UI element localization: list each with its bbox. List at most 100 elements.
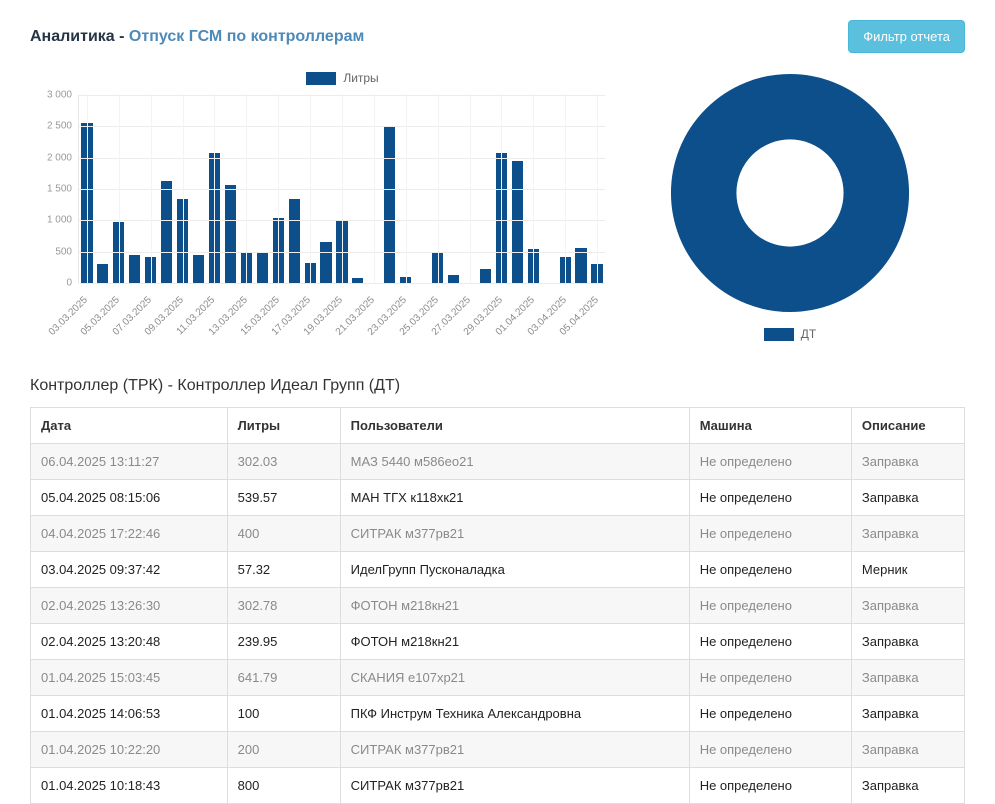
table-cell: Заправка xyxy=(850,695,966,732)
bar xyxy=(447,275,460,283)
y-axis-label: 3 000 xyxy=(46,89,72,101)
y-axis-label: 1 500 xyxy=(46,183,72,195)
table-cell: Не определено xyxy=(688,767,852,804)
page-title-main: Отпуск ГСМ по контроллерам xyxy=(128,28,365,45)
bar xyxy=(575,247,587,283)
bar-plot: 3 000 2 500 2 000 1 500 1 000 500 0 xyxy=(47,90,605,289)
column-header: Дата xyxy=(30,407,228,444)
table-cell: Не определено xyxy=(688,515,852,552)
table-cell: 200 xyxy=(226,731,341,768)
table-cell: ФОТОН м218кн21 xyxy=(339,623,690,660)
table-cell: 06.04.2025 13:11:27 xyxy=(30,443,228,480)
page-header: Аналитика - Отпуск ГСМ по контроллерам Ф… xyxy=(30,20,965,53)
table-row: 02.04.2025 13:20:48 239.95 ФОТОН м218кн21 Н… xyxy=(30,623,966,660)
bar xyxy=(256,252,268,283)
table-cell: 641.79 xyxy=(226,659,341,696)
table-cell: 239.95 xyxy=(226,623,341,660)
liters-legend-label: Литры xyxy=(343,71,379,85)
y-axis-label: 0 xyxy=(66,277,72,289)
bar-chart-legend: Литры xyxy=(70,71,615,85)
donut-slice-dt xyxy=(670,73,910,313)
table-cell: СКАНИЯ е107хр21 xyxy=(339,659,690,696)
table-row: 01.04.2025 15:03:45 641.79 СКАНИЯ е107хр21… xyxy=(30,659,966,696)
table-cell: 01.04.2025 10:22:20 xyxy=(30,731,228,768)
table-cell: 302.03 xyxy=(226,443,341,480)
table-cell: МАН ТГХ к118хк21 xyxy=(339,479,690,516)
column-header: Описание xyxy=(850,407,966,444)
table-cell: ИделГрупп Пусконаладка xyxy=(339,551,690,588)
table-cell: Заправка xyxy=(850,443,966,480)
table-row: 03.04.2025 09:37:42 57.32 ИделГрупп Пускон… xyxy=(30,551,966,588)
table-cell: Не определено xyxy=(688,623,852,660)
donut-legend: ДТ xyxy=(763,327,817,341)
column-header: Машина xyxy=(688,407,852,444)
vertical-gridline xyxy=(150,95,152,283)
table-cell: 539.57 xyxy=(226,479,341,516)
table-row: 05.04.2025 08:15:06 539.57 МАН ТГХ к118хк2… xyxy=(30,479,966,516)
vertical-gridline xyxy=(437,95,439,283)
bar xyxy=(511,161,523,283)
table-cell: ПКФ Инструм Техника Александровна xyxy=(339,695,690,732)
table-row: 04.04.2025 17:22:46 400 СИТРАК м377рв21 Не … xyxy=(30,515,966,552)
liters-legend-swatch xyxy=(306,71,337,85)
table-cell: 02.04.2025 13:20:48 xyxy=(30,623,228,660)
vertical-gridline xyxy=(597,95,599,283)
y-axis-label: 500 xyxy=(55,246,72,258)
vertical-gridline xyxy=(278,95,280,283)
table-cell: Заправка xyxy=(850,623,966,660)
charts-row: Литры 3 000 2 500 2 000 1 500 1 000 500 0 03.0… xyxy=(30,67,965,355)
table-cell: Не определено xyxy=(688,587,852,624)
table-cell: Заправка xyxy=(850,767,966,804)
vertical-gridline xyxy=(310,95,312,283)
x-axis-ticks: 03.03.2025 05.03.2025 07.03.2025 09.03.2025… xyxy=(47,283,605,355)
vertical-gridline xyxy=(182,95,184,283)
table-section-title: Контроллер (ТРК) - Контроллер Идеал Груп… xyxy=(30,377,401,394)
bar xyxy=(97,264,109,283)
table-cell: Заправка xyxy=(850,587,966,624)
vertical-gridline xyxy=(469,95,471,283)
bar xyxy=(384,126,396,283)
dt-legend-label: ДТ xyxy=(800,327,817,341)
table-cell: Не определено xyxy=(688,659,852,696)
table-body: 06.04.2025 13:11:27 302.03 МАЗ 5440 м586ео… xyxy=(30,443,966,804)
table-cell: 400 xyxy=(226,515,341,552)
table-row: 02.04.2025 13:26:30 302.78 ФОТОН м218кн21 Н… xyxy=(30,587,966,624)
table-cell: Заправка xyxy=(850,731,966,768)
bar xyxy=(224,184,236,283)
dt-legend-swatch xyxy=(763,327,794,341)
table-row: 01.04.2025 10:22:20 200 СИТРАК м377рв21 Не … xyxy=(30,731,966,768)
donut-chart: ДТ xyxy=(615,67,965,341)
donut-svg xyxy=(670,73,910,313)
table-cell: 02.04.2025 13:26:30 xyxy=(30,587,228,624)
y-axis-label: 1 000 xyxy=(46,214,72,226)
vertical-gridline xyxy=(533,95,535,283)
filter-report-button[interactable]: Фильтр отчета xyxy=(848,20,965,53)
bar xyxy=(129,254,141,283)
vertical-gridline xyxy=(405,95,407,283)
table-header-row: Дата Литры Пользователи Машина Описание xyxy=(30,407,966,444)
table-cell: Заправка xyxy=(850,479,966,516)
table-cell: Заправка xyxy=(850,515,966,552)
table-cell: 01.04.2025 15:03:45 xyxy=(30,659,228,696)
page-title-prefix: Аналитика - xyxy=(30,28,129,45)
vertical-gridline xyxy=(214,95,216,283)
bar-plot-outer: 3 000 2 500 2 000 1 500 1 000 500 0 03.03.2025… xyxy=(47,90,605,355)
table-cell: 05.04.2025 08:15:06 xyxy=(30,479,228,516)
vertical-gridline xyxy=(501,95,503,283)
table-head: Дата Литры Пользователи Машина Описание xyxy=(30,407,966,444)
bar xyxy=(320,241,332,283)
page-title: Аналитика - Отпуск ГСМ по контроллерам xyxy=(30,20,364,46)
bar xyxy=(192,254,205,283)
vertical-gridline xyxy=(118,95,120,283)
table-cell: 57.32 xyxy=(226,551,341,588)
table-cell: 04.04.2025 17:22:46 xyxy=(30,515,228,552)
bar xyxy=(479,269,491,283)
bar xyxy=(161,180,173,283)
table-cell: МАЗ 5440 м586ео21 xyxy=(339,443,690,480)
vertical-gridline xyxy=(86,95,88,283)
table-row: 01.04.2025 10:18:43 800 СИТРАК м377рв21 Не … xyxy=(30,767,966,804)
vertical-gridline xyxy=(342,95,343,283)
table-cell: 03.04.2025 09:37:42 xyxy=(30,551,228,588)
table-cell: 302.78 xyxy=(226,587,341,624)
bar-chart: Литры 3 000 2 500 2 000 1 500 1 000 500 0 03.0… xyxy=(30,67,615,355)
